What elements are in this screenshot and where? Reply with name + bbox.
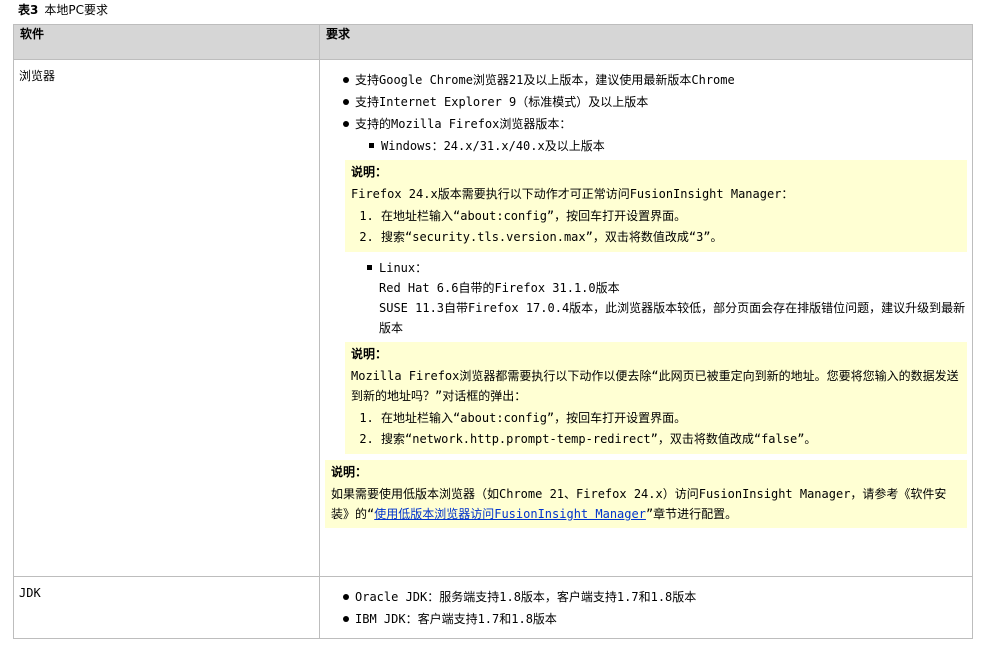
note-text: 如果需要使用低版本浏览器（如Chrome 21、Firefox 24.x）访问F…: [331, 484, 961, 524]
browser-list: 支持Google Chrome浏览器21及以上版本，建议使用最新版本Chrome…: [325, 70, 967, 156]
steps-list: 在地址栏输入“about:config”，按回车打开设置界面。 搜索“secur…: [351, 206, 961, 247]
note-text: Firefox 24.x版本需要执行以下动作才可正常访问FusionInsigh…: [351, 187, 794, 201]
table-header-row: 软件 要求: [13, 24, 973, 60]
linux-list: Linux： Red Hat 6.6自带的Firefox 31.1.0版本 SU…: [353, 258, 967, 338]
linux-line: Red Hat 6.6自带的Firefox 31.1.0版本: [379, 281, 620, 295]
list-item: Linux： Red Hat 6.6自带的Firefox 31.1.0版本 SU…: [365, 258, 967, 338]
firefox-os-list: Windows：24.x/31.x/40.x及以上版本: [355, 136, 967, 156]
table-row: 浏览器 支持Google Chrome浏览器21及以上版本，建议使用最新版本Ch…: [13, 59, 973, 577]
list-item: 搜索“security.tls.version.max”，双击将数值改成“3”。: [381, 227, 961, 247]
header-requirement: 要求: [319, 24, 973, 60]
requirement-cell-jdk: Oracle JDK：服务端支持1.8版本，客户端支持1.7和1.8版本 IBM…: [319, 576, 973, 639]
steps-list: 在地址栏输入“about:config”，按回车打开设置界面。 搜索“netwo…: [351, 408, 961, 449]
note-linux: 说明： Mozilla Firefox浏览器都需要执行以下动作以便去除“此网页已…: [345, 342, 967, 454]
note-title: 说明：: [351, 347, 388, 361]
note-windows: 说明： Firefox 24.x版本需要执行以下动作才可正常访问FusionIn…: [345, 160, 967, 252]
table-row: JDK Oracle JDK：服务端支持1.8版本，客户端支持1.7和1.8版本…: [13, 576, 973, 639]
table-title: 本地PC要求: [44, 3, 108, 17]
header-software: 软件: [13, 24, 320, 60]
list-item: Oracle JDK：服务端支持1.8版本，客户端支持1.7和1.8版本: [341, 587, 967, 607]
list-item: 支持Google Chrome浏览器21及以上版本，建议使用最新版本Chrome: [341, 70, 967, 90]
list-item: 在地址栏输入“about:config”，按回车打开设置界面。: [381, 206, 961, 226]
list-item: 支持Internet Explorer 9（标准模式）及以上版本: [341, 92, 967, 112]
software-cell-jdk: JDK: [13, 576, 320, 639]
note-text-after: ”章节进行配置。: [645, 507, 738, 521]
linux-line: SUSE 11.3自带Firefox 17.0.4版本，此浏览器版本较低，部分页…: [379, 301, 966, 335]
requirements-table: 软件 要求 浏览器 支持Google Chrome浏览器21及以上版本，建议使用…: [13, 24, 973, 639]
table-number: 表3: [18, 3, 39, 17]
note-text: Mozilla Firefox浏览器都需要执行以下动作以便去除“此网页已被重定向…: [351, 369, 959, 403]
list-item: Windows：24.x/31.x/40.x及以上版本: [367, 136, 967, 156]
list-item: IBM JDK：客户端支持1.7和1.8版本: [341, 609, 967, 629]
requirement-cell-browser: 支持Google Chrome浏览器21及以上版本，建议使用最新版本Chrome…: [319, 59, 973, 577]
list-item: 搜索“network.http.prompt-temp-redirect”，双击…: [381, 429, 961, 449]
note-outer: 说明： 如果需要使用低版本浏览器（如Chrome 21、Firefox 24.x…: [325, 460, 967, 528]
note-title: 说明：: [331, 465, 368, 479]
note-title: 说明：: [351, 165, 388, 179]
jdk-list: Oracle JDK：服务端支持1.8版本，客户端支持1.7和1.8版本 IBM…: [325, 587, 967, 629]
list-item: 支持的Mozilla Firefox浏览器版本： Windows：24.x/31…: [341, 114, 967, 156]
linux-label: Linux：: [379, 261, 428, 275]
list-item: 在地址栏输入“about:config”，按回车打开设置界面。: [381, 408, 961, 428]
install-guide-link[interactable]: 使用低版本浏览器访问FusionInsight Manager: [374, 507, 646, 521]
software-cell-browser: 浏览器: [13, 59, 320, 577]
table-caption: 表3 本地PC要求: [18, 1, 108, 18]
list-item-label: 支持的Mozilla Firefox浏览器版本：: [355, 117, 572, 131]
